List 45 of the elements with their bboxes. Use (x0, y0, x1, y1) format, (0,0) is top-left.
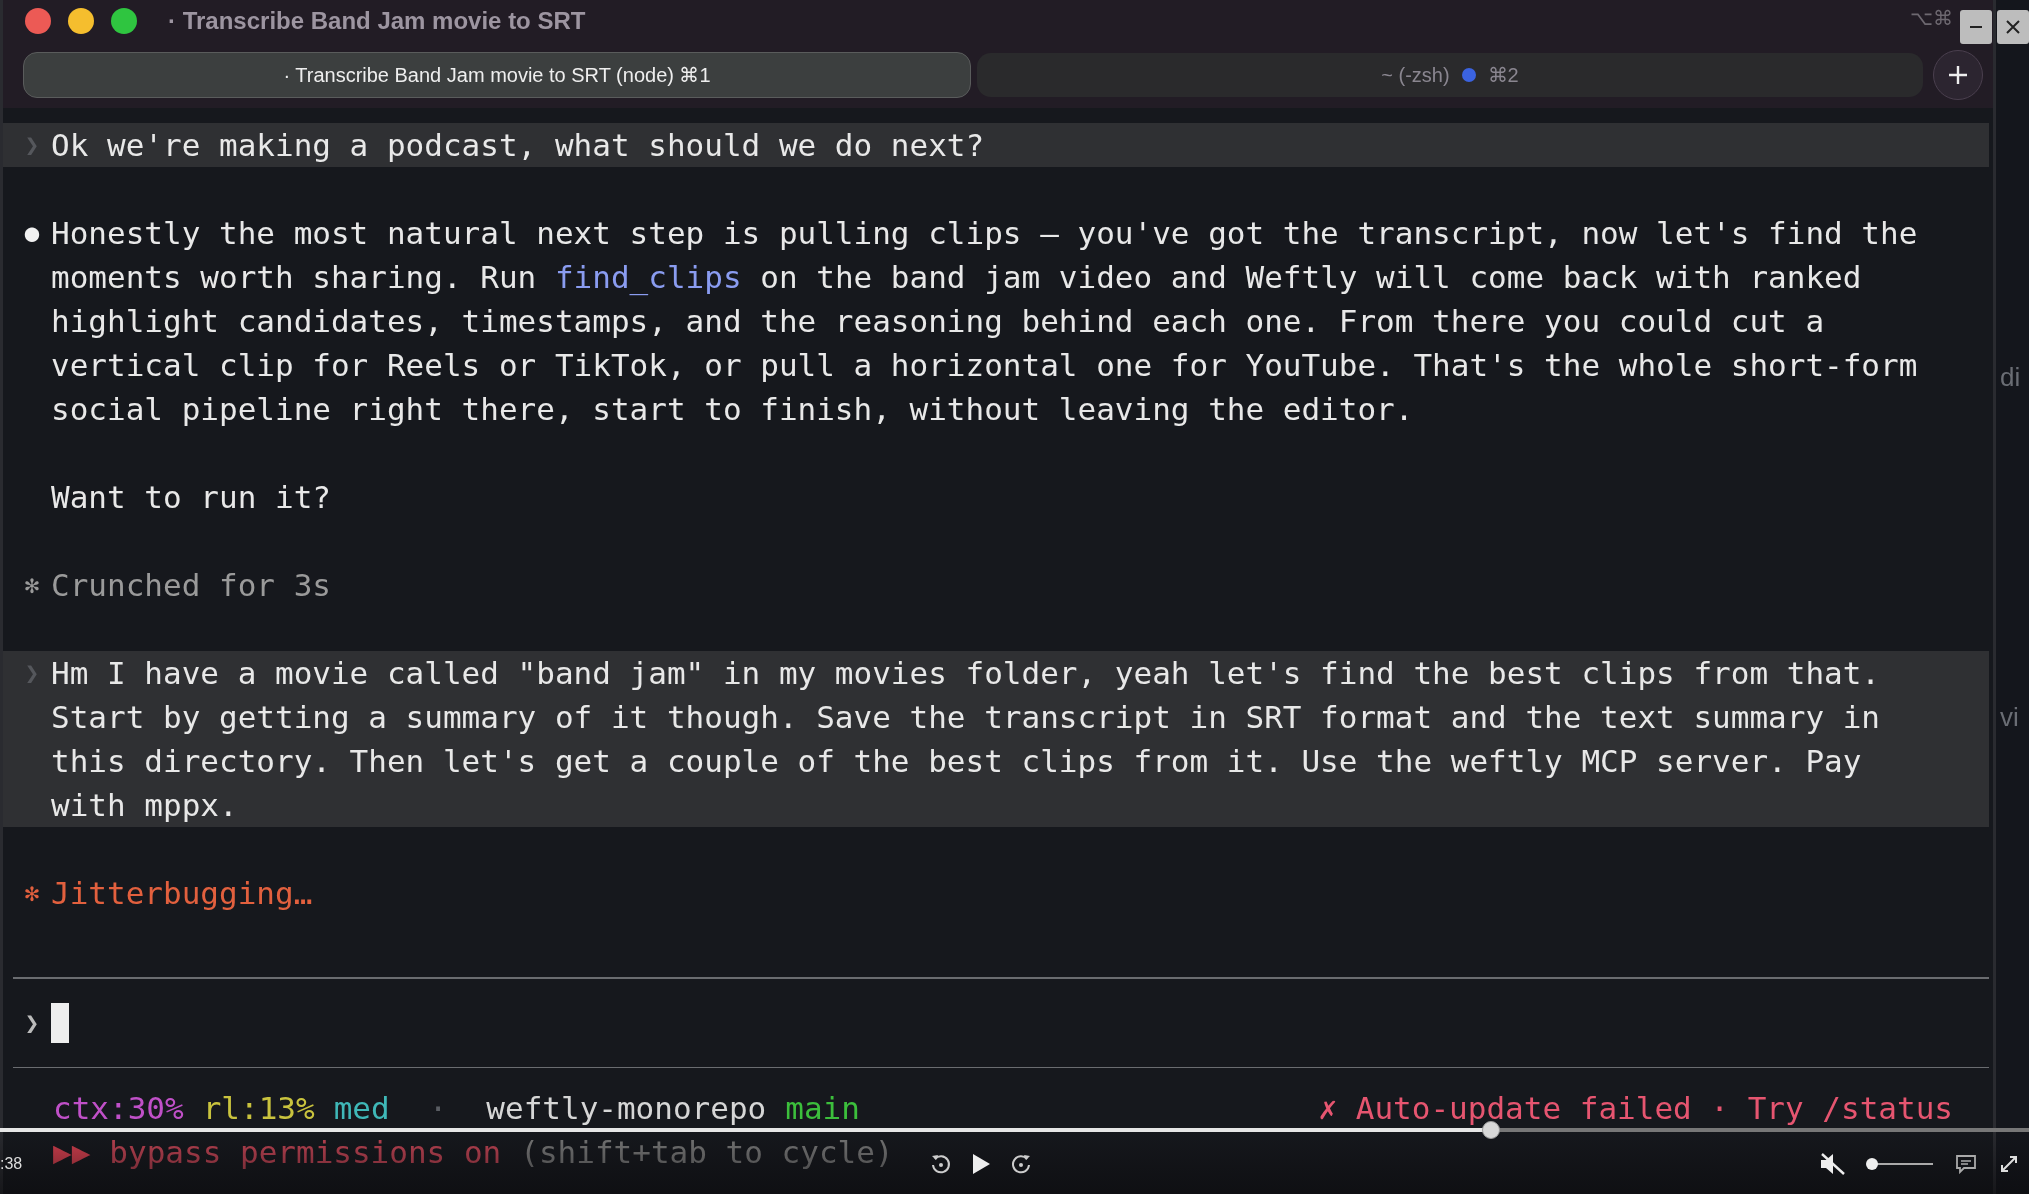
status-item: weftly-monorepo (486, 1089, 767, 1128)
background-window-text: vi (2000, 702, 2019, 733)
forward-icon[interactable] (1010, 1153, 1032, 1175)
prompt-marker: ❯ (23, 130, 41, 161)
rewind-icon[interactable] (930, 1153, 952, 1175)
text-cursor[interactable] (51, 1002, 69, 1043)
prompt-marker: ❯ (23, 1007, 41, 1039)
plus-icon (1947, 64, 1969, 86)
close-window-button[interactable] (25, 8, 51, 34)
captions-icon[interactable] (1955, 1154, 1977, 1174)
zoom-window-button[interactable] (111, 8, 137, 34)
terminal-tab[interactable]: ~ (-zsh) ⌘2 (977, 53, 1923, 97)
prompt-marker: ❯ (23, 658, 41, 689)
minimize-window-button[interactable] (68, 8, 94, 34)
window-title: · Transcribe Band Jam movie to SRT (168, 7, 586, 35)
play-icon[interactable] (970, 1152, 992, 1176)
background-window-text: di (2000, 362, 2021, 393)
bullet-marker: ● (23, 218, 41, 249)
minimize-button[interactable] (1960, 10, 1992, 44)
status-item: main (785, 1089, 860, 1128)
status-item: med (333, 1089, 390, 1128)
status-item: · (428, 1089, 448, 1128)
asterisk-marker: ✻ (23, 878, 41, 909)
update-warning: ✗ Auto-update failed · Try /status (1318, 1089, 1953, 1128)
mode-marker: ▶▶ (53, 1133, 91, 1172)
fullscreen-icon[interactable] (1999, 1154, 2019, 1174)
assistant-message: Honestly the most natural next step is pulling clips — you've got the transcript, now let's find the moments worth sharing. Run find_clips on the band jam video and Weftly will come back with ranked highlight candidates, timestamps, and the reasoning behind each one. From there you could cut a vertical clip for Reels or TikTok, or pull a horizontal one for YouTube. That's the whole short-form social pipeline right there, start to finish, without leaving the editor. (51, 214, 1919, 429)
close-icon (2005, 19, 2021, 35)
close-button[interactable] (1997, 10, 2029, 44)
minimize-icon (1970, 26, 1982, 28)
mode-hint: (shift+tab to cycle) (520, 1133, 894, 1172)
asterisk-marker: ✻ (23, 570, 41, 601)
status-message: Crunched for 3s (51, 566, 332, 605)
speaker-icon[interactable] (1819, 1152, 1847, 1176)
new-tab-button[interactable] (1933, 50, 1983, 100)
terminal-tab[interactable]: · Transcribe Band Jam movie to SRT (node) ⌘1 (23, 52, 971, 98)
mode-label: bypass permissions on (109, 1133, 502, 1172)
status-item: rl:13% (202, 1089, 315, 1128)
user-message: Hm I have a movie called "band jam" in my movies folder, yeah let's find the best clips from that. Start by getting a summary of it though. Save the transcript in SRT format and the text summary in this directory. Then let's get a couple of the best clips from it. Use the weftly MCP server. Pay with mppx. (51, 654, 1882, 825)
playback-time: :38 (0, 1155, 24, 1173)
user-message: Ok we're making a podcast, what should we do next? (51, 126, 986, 165)
progress-message: Jitterbugging… (51, 874, 314, 913)
shortcut-hint: ⌥⌘ (1910, 6, 1953, 30)
assistant-message: Want to run it? (51, 478, 332, 517)
status-item: ctx:30% (53, 1089, 184, 1128)
